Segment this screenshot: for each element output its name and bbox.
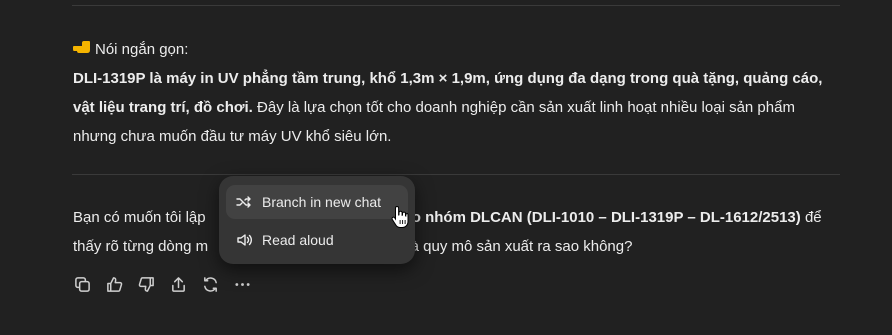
summary-normal-line-2: Đây là lựa chọn tốt cho doanh nghiệp cần… (252, 99, 795, 116)
question-line-1: Bạn có muốn tôi lập ho nhóm DLCAN (DLI-10… (73, 203, 863, 232)
menu-item-label: Read aloud (262, 232, 334, 248)
question-line-1-bold: ho nhóm DLCAN (DLI-1010 – DLI-1319P – DL… (402, 209, 801, 226)
middle-divider (72, 174, 840, 175)
thumbs-up-icon (106, 276, 122, 292)
thumbs-down-icon (138, 276, 154, 292)
branch-icon (235, 193, 253, 211)
copy-button[interactable] (72, 273, 92, 295)
question-line-1-end: để (800, 209, 822, 226)
more-icon (234, 282, 250, 286)
question-line-2-end: và quy mô sản xuất ra sao không? (403, 238, 633, 255)
menu-item-label: Branch in new chat (262, 194, 382, 210)
speaker-icon (235, 231, 253, 249)
question-line-2-start: thấy rõ từng dòng m (73, 238, 209, 255)
regenerate-button[interactable] (200, 273, 220, 295)
summary-lead: Nói ngắn gọn: (73, 35, 863, 64)
more-actions-button[interactable] (232, 273, 252, 295)
bad-response-button[interactable] (136, 273, 156, 295)
summary-bold-line-2: vật liệu trang trí, đồ chơi. (73, 99, 253, 116)
pointing-hand-emoji-icon (73, 35, 95, 64)
hand-pointer-cursor-icon (391, 205, 409, 228)
regenerate-icon (203, 276, 217, 292)
share-icon (171, 276, 185, 292)
share-button[interactable] (168, 273, 188, 295)
summary-line-3: nhưng chưa muốn đầu tư máy UV khổ siêu l… (73, 128, 392, 145)
summary-line-2: vật liệu trang trí, đồ chơi. Đây là lựa … (73, 93, 863, 122)
summary-block: Nói ngắn gọn: DLI-1319P là máy in UV phẳ… (73, 35, 863, 151)
question-block: Bạn có muốn tôi lập ho nhóm DLCAN (DLI-10… (73, 203, 863, 261)
question-line-1-start: Bạn có muốn tôi lập (73, 209, 206, 226)
message-action-bar (72, 273, 252, 295)
menu-item-branch-in-new-chat[interactable]: Branch in new chat (226, 185, 408, 219)
top-divider (72, 5, 840, 6)
good-response-button[interactable] (104, 273, 124, 295)
summary-lead-label: Nói ngắn gọn: (95, 41, 189, 58)
summary-bold-line-1: DLI-1319P là máy in UV phẳng tầm trung, … (73, 70, 823, 87)
menu-item-read-aloud[interactable]: Read aloud (226, 223, 408, 257)
copy-icon (74, 276, 90, 292)
summary-line-1: DLI-1319P là máy in UV phẳng tầm trung, … (73, 64, 863, 93)
more-actions-menu: Branch in new chat Read aloud (219, 176, 415, 264)
question-line-2: thấy rõ từng dòng m và quy mô sản xuất ra… (73, 232, 863, 261)
